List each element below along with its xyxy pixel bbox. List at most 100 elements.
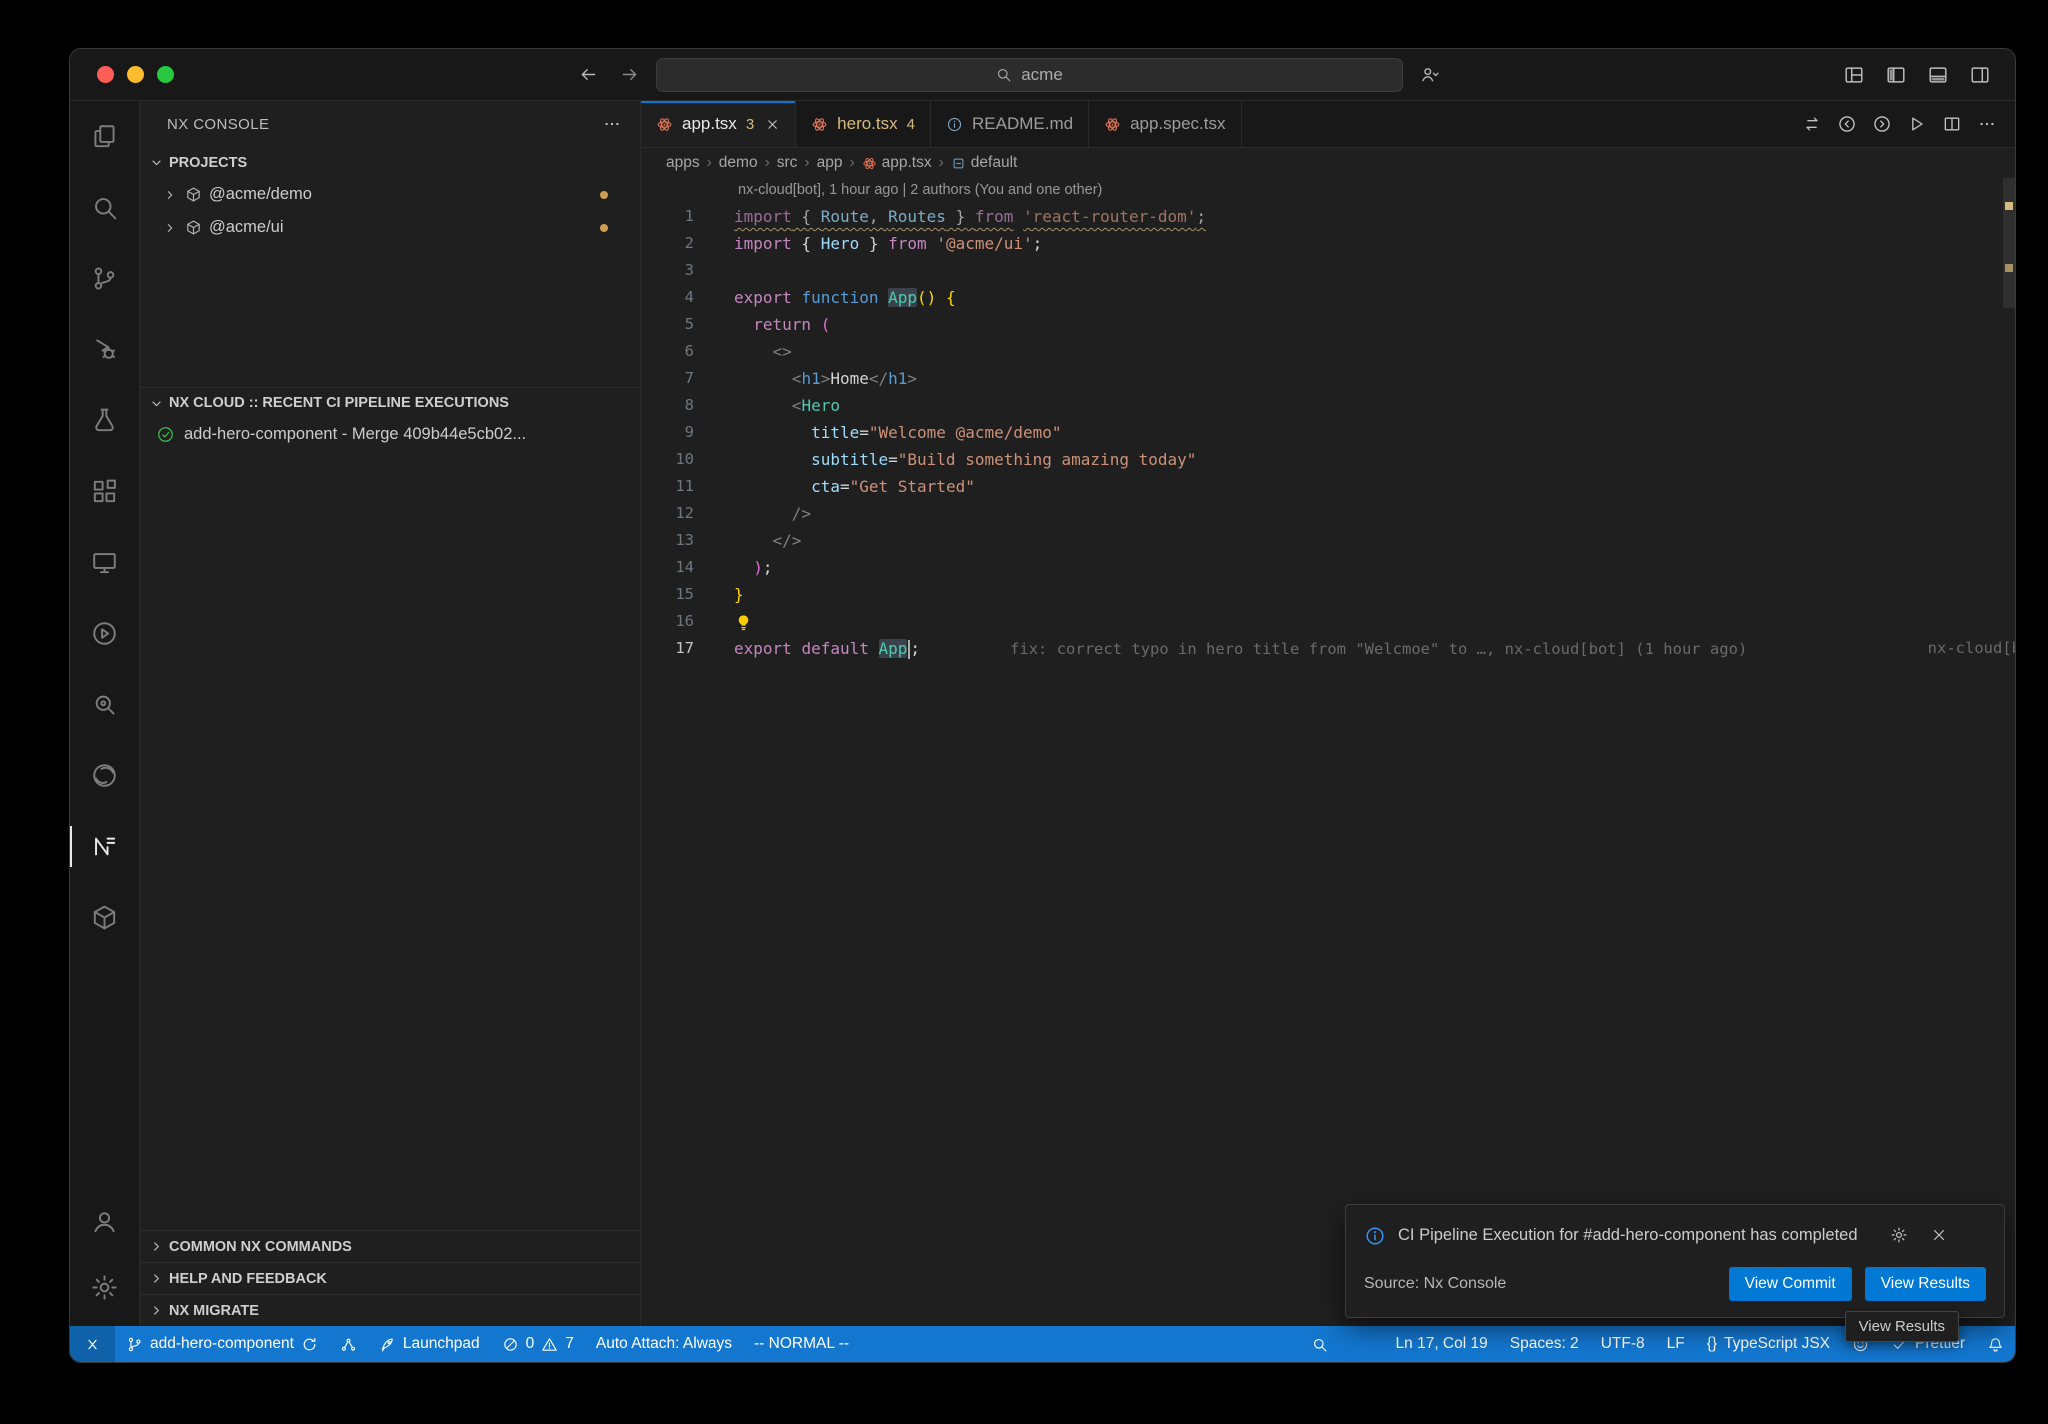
- history-forward-button[interactable]: [619, 64, 640, 85]
- more-actions-button[interactable]: [1977, 114, 1997, 134]
- activity-remote-explorer[interactable]: [70, 527, 140, 598]
- code-line-6[interactable]: 6 <>: [641, 338, 2015, 365]
- code-line-3[interactable]: 3: [641, 257, 2015, 284]
- code-line-12[interactable]: 12 />: [641, 500, 2015, 527]
- toggle-secondary-sidebar-button[interactable]: [1969, 64, 1991, 86]
- toggle-primary-sidebar-button[interactable]: [1885, 64, 1907, 86]
- code-line-2[interactable]: 2import { Hero } from '@acme/ui';: [641, 230, 2015, 257]
- common-nx-commands-section-header[interactable]: COMMON NX COMMANDS: [140, 1230, 640, 1262]
- line-content: return (: [694, 311, 830, 338]
- token: [734, 450, 811, 469]
- notification-close-icon[interactable]: [1930, 1226, 1948, 1244]
- code-line-5[interactable]: 5 return (: [641, 311, 2015, 338]
- activity-code-search[interactable]: [70, 669, 140, 740]
- project-item-acme-demo[interactable]: @acme/demo: [140, 178, 640, 211]
- activity-settings[interactable]: [70, 1254, 140, 1320]
- view-results-button[interactable]: View Results: [1865, 1267, 1986, 1301]
- lightbulb-icon[interactable]: [734, 613, 753, 632]
- activity-run-circle[interactable]: [70, 598, 140, 669]
- breadcrumb-item-src[interactable]: src: [777, 154, 798, 172]
- pipeline-execution-item[interactable]: add-hero-component - Merge 409b44e5cb02.…: [140, 418, 640, 451]
- code-line-1[interactable]: 1import { Route, Routes } from 'react-ro…: [641, 203, 2015, 230]
- code-line-13[interactable]: 13 </>: [641, 527, 2015, 554]
- activity-package[interactable]: [70, 882, 140, 953]
- breadcrumb-item-apps[interactable]: apps: [666, 154, 700, 172]
- code-line-16[interactable]: 16: [641, 608, 2015, 635]
- zoom-indicator[interactable]: [1300, 1326, 1339, 1362]
- breadcrumb-label: demo: [719, 154, 758, 172]
- run-file-button[interactable]: [1907, 114, 1927, 134]
- close-window-button[interactable]: [97, 66, 114, 83]
- view-actions-button[interactable]: [602, 114, 622, 134]
- toggle-panel-button[interactable]: [1927, 64, 1949, 86]
- breadcrumb-item-app[interactable]: app: [817, 154, 843, 172]
- tab-readme-md[interactable]: README.md: [931, 101, 1089, 147]
- git-branch[interactable]: add-hero-component: [115, 1326, 329, 1362]
- open-changes-button[interactable]: [1802, 114, 1822, 134]
- code-line-11[interactable]: 11 cta="Get Started": [641, 473, 2015, 500]
- code-line-7[interactable]: 7 <h1>Home</h1>: [641, 365, 2015, 392]
- remote-indicator[interactable]: [70, 1326, 115, 1362]
- tab-hero-tsx[interactable]: hero.tsx4: [796, 101, 931, 147]
- codelens-blame[interactable]: nx-cloud[bot], 1 hour ago | 2 authors (Y…: [641, 178, 2015, 203]
- navigate-back-button[interactable]: [1837, 114, 1857, 134]
- token: ;: [763, 558, 773, 577]
- code-line-15[interactable]: 15}: [641, 581, 2015, 608]
- code-editor[interactable]: nx-cloud[bot], 1 hour ago | 2 authors (Y…: [641, 178, 2015, 1326]
- command-center-search[interactable]: acme: [656, 58, 1403, 92]
- language-mode[interactable]: {}TypeScript JSX: [1696, 1326, 1841, 1362]
- project-item-acme-ui[interactable]: @acme/ui: [140, 211, 640, 244]
- customize-layout-button[interactable]: [1843, 64, 1865, 86]
- breadcrumb-item-app-tsx[interactable]: app.tsx: [862, 154, 932, 172]
- nx-cloud-section-header[interactable]: NX CLOUD :: RECENT CI PIPELINE EXECUTION…: [140, 387, 640, 418]
- activity-run-debug[interactable]: [70, 314, 140, 385]
- tab-label: app.spec.tsx: [1130, 114, 1225, 134]
- activity-testing[interactable]: [70, 385, 140, 456]
- projects-section-header[interactable]: PROJECTS: [140, 147, 640, 178]
- history-back-button[interactable]: [578, 64, 599, 85]
- encoding[interactable]: UTF-8: [1590, 1326, 1656, 1362]
- close-tab-icon[interactable]: [765, 117, 780, 132]
- vim-mode[interactable]: -- NORMAL --: [743, 1326, 860, 1362]
- commit-graph[interactable]: [329, 1326, 368, 1362]
- code-line-8[interactable]: 8 <Hero: [641, 392, 2015, 419]
- code-line-10[interactable]: 10 subtitle="Build something amazing tod…: [641, 446, 2015, 473]
- breadcrumb-item-demo[interactable]: demo: [719, 154, 758, 172]
- split-editor-button[interactable]: [1942, 114, 1962, 134]
- view-commit-button[interactable]: View Commit: [1729, 1267, 1852, 1301]
- eol[interactable]: LF: [1656, 1326, 1696, 1362]
- activity-search[interactable]: [70, 172, 140, 243]
- minimize-window-button[interactable]: [127, 66, 144, 83]
- cursor-position[interactable]: Ln 17, Col 19: [1385, 1326, 1499, 1362]
- launchpad[interactable]: Launchpad: [368, 1326, 491, 1362]
- auto-attach[interactable]: Auto Attach: Always: [585, 1326, 743, 1362]
- code-line-4[interactable]: 4export function App() {: [641, 284, 2015, 311]
- activity-explorer[interactable]: [70, 101, 140, 172]
- token: [734, 558, 753, 577]
- activity-edge-devtools[interactable]: [70, 740, 140, 811]
- notifications-bell[interactable]: [1976, 1326, 2015, 1362]
- line-content: <>: [694, 338, 792, 365]
- navigate-forward-button[interactable]: [1872, 114, 1892, 134]
- scrollbar-slider[interactable]: [2003, 178, 2015, 308]
- help-and-feedback-section-header[interactable]: HELP AND FEEDBACK: [140, 1262, 640, 1294]
- problems[interactable]: 07: [491, 1326, 585, 1362]
- indentation[interactable]: Spaces: 2: [1499, 1326, 1590, 1362]
- activity-extensions[interactable]: [70, 456, 140, 527]
- tab-app-spec-tsx[interactable]: app.spec.tsx: [1089, 101, 1241, 147]
- code-line-17[interactable]: nx-cloud[b17export default App;fix: corr…: [641, 635, 2015, 662]
- activity-source-control[interactable]: [70, 243, 140, 314]
- breadcrumb-item-default[interactable]: default: [951, 154, 1018, 172]
- notification-settings-icon[interactable]: [1890, 1226, 1908, 1244]
- line-content: export default App;fix: correct typo in …: [694, 635, 1747, 662]
- profile-menu-button[interactable]: [1419, 64, 1440, 85]
- nx-migrate-section-header[interactable]: NX MIGRATE: [140, 1294, 640, 1326]
- code-line-14[interactable]: 14 );: [641, 554, 2015, 581]
- inline-blame-overflow: nx-cloud[b: [1928, 635, 2015, 662]
- zoom-window-button[interactable]: [157, 66, 174, 83]
- tab-app-tsx[interactable]: app.tsx3: [641, 101, 796, 147]
- activity-nx-console[interactable]: [70, 811, 140, 882]
- activity-account[interactable]: [70, 1188, 140, 1254]
- code-line-9[interactable]: 9 title="Welcome @acme/demo": [641, 419, 2015, 446]
- overview-ruler[interactable]: [2003, 178, 2015, 1326]
